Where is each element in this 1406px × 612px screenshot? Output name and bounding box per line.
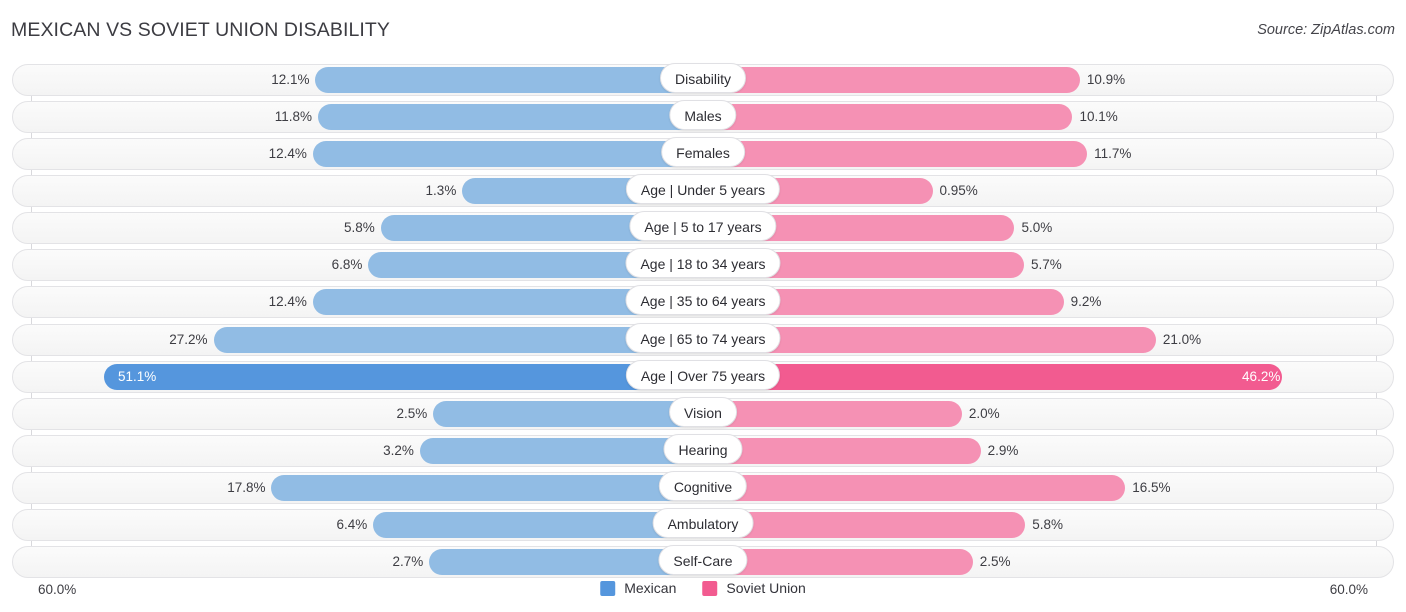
- bar-soviet-union: [703, 400, 962, 427]
- row-label-pill: Cognitive: [658, 470, 748, 501]
- value-label-soviet-union: 21.0%: [1162, 331, 1202, 347]
- legend-item[interactable]: Soviet Union: [702, 580, 806, 596]
- bar-soviet-union: [703, 437, 981, 464]
- row-label-pill: Age | Under 5 years: [625, 174, 781, 205]
- legend-swatch-icon: [600, 580, 616, 596]
- chart-row[interactable]: 11.8% 10.1% Males: [0, 99, 1406, 135]
- value-label-mexican: 12.4%: [268, 294, 307, 310]
- chart-rows: 12.1% 10.9% Disability 11.8% 10.1% Males 12.4%…: [0, 62, 1406, 581]
- bar-mexican: [318, 104, 703, 131]
- chart-row[interactable]: 12.1% 10.9% Disability: [0, 62, 1406, 98]
- legend-item[interactable]: Mexican: [600, 580, 676, 596]
- value-label-soviet-union: 46.2%: [1242, 368, 1281, 384]
- value-label-soviet-union: 2.9%: [987, 442, 1019, 458]
- chart-row[interactable]: 6.8% 5.7% Age | 18 to 34 years: [0, 247, 1406, 283]
- row-label-pill: Self-Care: [658, 545, 748, 576]
- value-label-soviet-union: 16.5%: [1132, 479, 1171, 495]
- bar-mexican: [312, 141, 703, 168]
- axis-label-left: 60.0%: [38, 582, 77, 597]
- chart-row[interactable]: 17.8% 16.5% Cognitive: [0, 470, 1406, 506]
- value-label-soviet-union: 0.95%: [939, 183, 978, 199]
- value-label-mexican: 6.8%: [331, 257, 363, 273]
- row-label-pill: Disability: [659, 63, 747, 93]
- chart-row[interactable]: 51.1% 46.2% Age | Over 75 years: [0, 359, 1406, 395]
- row-label-pill: Females: [661, 137, 745, 168]
- value-label-soviet-union: 5.0%: [1021, 220, 1053, 236]
- row-label-pill: Males: [669, 100, 737, 131]
- value-label-soviet-union: 11.7%: [1094, 146, 1132, 162]
- value-label-soviet-union: 5.8%: [1032, 516, 1064, 532]
- chart-row[interactable]: 1.3% 0.95% Age | Under 5 years: [0, 173, 1406, 209]
- value-label-mexican: 12.1%: [271, 72, 310, 87]
- value-label-mexican: 5.8%: [343, 220, 375, 236]
- value-label-soviet-union: 5.7%: [1030, 257, 1062, 273]
- value-label-soviet-union: 2.0%: [968, 405, 1000, 421]
- bar-mexican: [433, 400, 703, 427]
- chart-row[interactable]: 3.2% 2.9% Hearing: [0, 433, 1406, 469]
- value-label-mexican: 1.3%: [425, 183, 457, 199]
- diverging-bar-chart: 12.1% 10.9% Disability 11.8% 10.1% Males 12.4%…: [0, 62, 1406, 579]
- row-label-pill: Hearing: [663, 433, 743, 464]
- legend-swatch-icon: [702, 580, 718, 596]
- chart-row[interactable]: 12.4% 11.7% Females: [0, 136, 1406, 172]
- row-label-pill: Age | 5 to 17 years: [629, 211, 777, 242]
- legend-label: Mexican: [624, 580, 677, 596]
- row-label-pill: Age | 35 to 64 years: [625, 285, 781, 316]
- chart-row[interactable]: 2.5% 2.0% Vision: [0, 396, 1406, 432]
- value-label-soviet-union: 9.2%: [1070, 294, 1102, 310]
- bar-mexican: [419, 437, 703, 464]
- value-label-mexican: 11.8%: [274, 109, 313, 125]
- row-label-pill: Age | 18 to 34 years: [625, 248, 781, 279]
- value-label-mexican: 51.1%: [118, 368, 157, 384]
- row-label-pill: Age | 65 to 74 years: [625, 322, 781, 353]
- bar-mexican: [271, 474, 703, 501]
- chart-header: MEXICAN VS SOVIET UNION DISABILITY Sourc…: [0, 0, 1406, 62]
- value-label-mexican: 2.5%: [396, 405, 428, 421]
- bar-soviet-union: [703, 141, 1088, 168]
- chart-row[interactable]: 12.4% 9.2% Age | 35 to 64 years: [0, 284, 1406, 320]
- bar-soviet-union: [703, 474, 1126, 501]
- chart-footer: 60.0% 60.0% Mexican Soviet Union: [0, 574, 1406, 612]
- axis-label-right: 60.0%: [1329, 582, 1368, 597]
- value-label-mexican: 27.2%: [169, 331, 208, 347]
- source-attribution: Source: ZipAtlas.com: [1257, 22, 1395, 38]
- value-label-mexican: 17.8%: [227, 479, 266, 495]
- chart-legend: Mexican Soviet Union: [600, 580, 806, 596]
- legend-label: Soviet Union: [726, 580, 806, 596]
- page-title: MEXICAN VS SOVIET UNION DISABILITY: [11, 19, 391, 41]
- bar-soviet-union: [703, 67, 1080, 93]
- bar-mexican: [315, 67, 703, 93]
- bar-soviet-union: [703, 363, 1283, 390]
- chart-row[interactable]: 27.2% 21.0% Age | 65 to 74 years: [0, 322, 1406, 358]
- chart-page: MEXICAN VS SOVIET UNION DISABILITY Sourc…: [0, 0, 1406, 612]
- chart-row[interactable]: 6.4% 5.8% Ambulatory: [0, 507, 1406, 543]
- value-label-mexican: 3.2%: [383, 442, 414, 458]
- bar-soviet-union: [703, 104, 1073, 131]
- chart-row[interactable]: 5.8% 5.0% Age | 5 to 17 years: [0, 210, 1406, 246]
- row-label-pill: Vision: [669, 396, 737, 427]
- value-label-soviet-union: 10.1%: [1079, 109, 1118, 125]
- value-label-soviet-union: 10.9%: [1086, 72, 1126, 87]
- row-label-pill: Age | Over 75 years: [625, 359, 781, 390]
- row-label-pill: Ambulatory: [652, 507, 754, 538]
- value-label-mexican: 6.4%: [336, 516, 368, 532]
- value-label-mexican: 12.4%: [268, 146, 307, 162]
